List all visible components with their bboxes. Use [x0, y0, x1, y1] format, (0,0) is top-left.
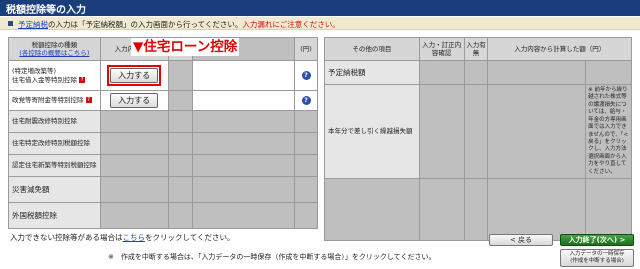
table-row: 住宅特定改修特別税額控除 [8, 132, 318, 155]
row-label-housing-loan: (特定増改築等) 住宅借入金等特別控除 ? [8, 60, 101, 91]
notice-text: 予定納税の入力は「予定納税額」の入力画面から行ってください。入力漏れにご注意くだ… [18, 19, 340, 30]
header-input-presence: 入力有無 [463, 37, 489, 61]
table-row: 予定納税額 [324, 60, 632, 85]
notice-body: の入力は「予定納税額」の入力画面から行ってください。 [48, 20, 243, 29]
input-cell: 入力する [99, 60, 169, 91]
unavailable-credit-link[interactable]: こちら [123, 233, 146, 242]
save-draft-button[interactable]: 入力データの一時保存 (作成を中断する場合) [560, 249, 634, 267]
notice-link-yotei-nozei[interactable]: 予定納税 [18, 20, 48, 29]
help-cell: ? [294, 60, 318, 91]
help-icon[interactable]: ? [301, 71, 311, 80]
political-donation-input-button[interactable]: 入力する [110, 93, 159, 108]
row-label: 災害減免額 [8, 176, 101, 203]
header-input-status: 入力・訂正内容確認 [418, 37, 465, 61]
input-cell: 入力する [99, 90, 169, 111]
help-icon[interactable]: ? [301, 96, 311, 105]
header-other-item: その他の項目 [324, 37, 420, 61]
highlight-box: 入力する [107, 65, 162, 86]
table-row: 外国税額控除 [8, 202, 318, 229]
notice-bar: 予定納税の入力は「予定納税額」の入力画面から行ってください。入力漏れにご注意くだ… [0, 17, 640, 30]
notice-warning: 入力漏れにご注意ください。 [242, 20, 340, 29]
credit-overview-link[interactable]: (各控除の概要はこちら) [19, 49, 89, 57]
table-row: 本年分で差し引く繰越損失額 ※ 前年から繰り越された株式等の譲渡損失については、… [324, 83, 632, 180]
next-button[interactable]: 入力終了(次へ) > [560, 234, 634, 246]
tax-credit-table: 税額控除の種類(各控除の概要はこちら) 入力内容確認 入力 (円) (特定増改築… [8, 37, 318, 229]
row-label: 認定住宅新築等特別税額控除 [8, 154, 101, 177]
amount-cell [191, 60, 296, 91]
header-credit-type: 税額控除の種類 (各控除の概要はこちら) [8, 37, 101, 61]
table-row: 認定住宅新築等特別税額控除 [8, 154, 318, 177]
table-row: 災害減免額 [8, 176, 318, 203]
header-calculated-amount: 入力内容から計算した額（円） [487, 37, 632, 61]
bullet-icon [8, 21, 13, 26]
row-label: 住宅特定改修特別税額控除 [8, 132, 101, 155]
row-label-political-donation: 政党等寄附金等特別控除 ? [8, 90, 101, 111]
other-items-table: その他の項目 入力・訂正内容確認 入力有無 入力内容から計算した額（円） 予定納… [324, 37, 632, 242]
housing-loan-callout: ▼住宅ローン控除 [131, 38, 240, 56]
help-icon[interactable]: ? [79, 76, 86, 83]
table-row: (特定増改築等) 住宅借入金等特別控除 ? 入力する ? [8, 60, 318, 91]
table-row: 住宅耐震改修特別控除 [8, 110, 318, 133]
row-label: 住宅耐震改修特別控除 [8, 110, 101, 133]
input-flag-cell [167, 60, 193, 91]
back-button[interactable]: < 戻る [489, 234, 553, 246]
row-label-carryover-loss: 本年分で差し引く繰越損失額 [324, 83, 420, 180]
carryover-note: ※ 前年から繰り越された株式等の譲渡損失については、給与・年金の方専用画面では入… [585, 83, 632, 180]
title-bar: 税額控除等の入力 [0, 0, 640, 16]
help-icon[interactable]: ? [85, 97, 92, 104]
footer-save-note: ※ 作成を中断する場合は、「入力データの一時保存（作成を中断する場合）」をクリッ… [108, 253, 436, 261]
footer-unavailable-text: 入力できない控除等がある場合はこちらをクリックしてください。 [10, 233, 235, 242]
row-label-yotei-nozei: 予定納税額 [324, 60, 420, 85]
row-label: 外国税額控除 [8, 202, 101, 229]
page-title: 税額控除等の入力 [6, 5, 86, 16]
housing-loan-input-button[interactable]: 入力する [110, 68, 159, 83]
table-row: 政党等寄附金等特別控除 ? 入力する ? [8, 90, 318, 111]
header-amount: (円) [294, 37, 318, 61]
